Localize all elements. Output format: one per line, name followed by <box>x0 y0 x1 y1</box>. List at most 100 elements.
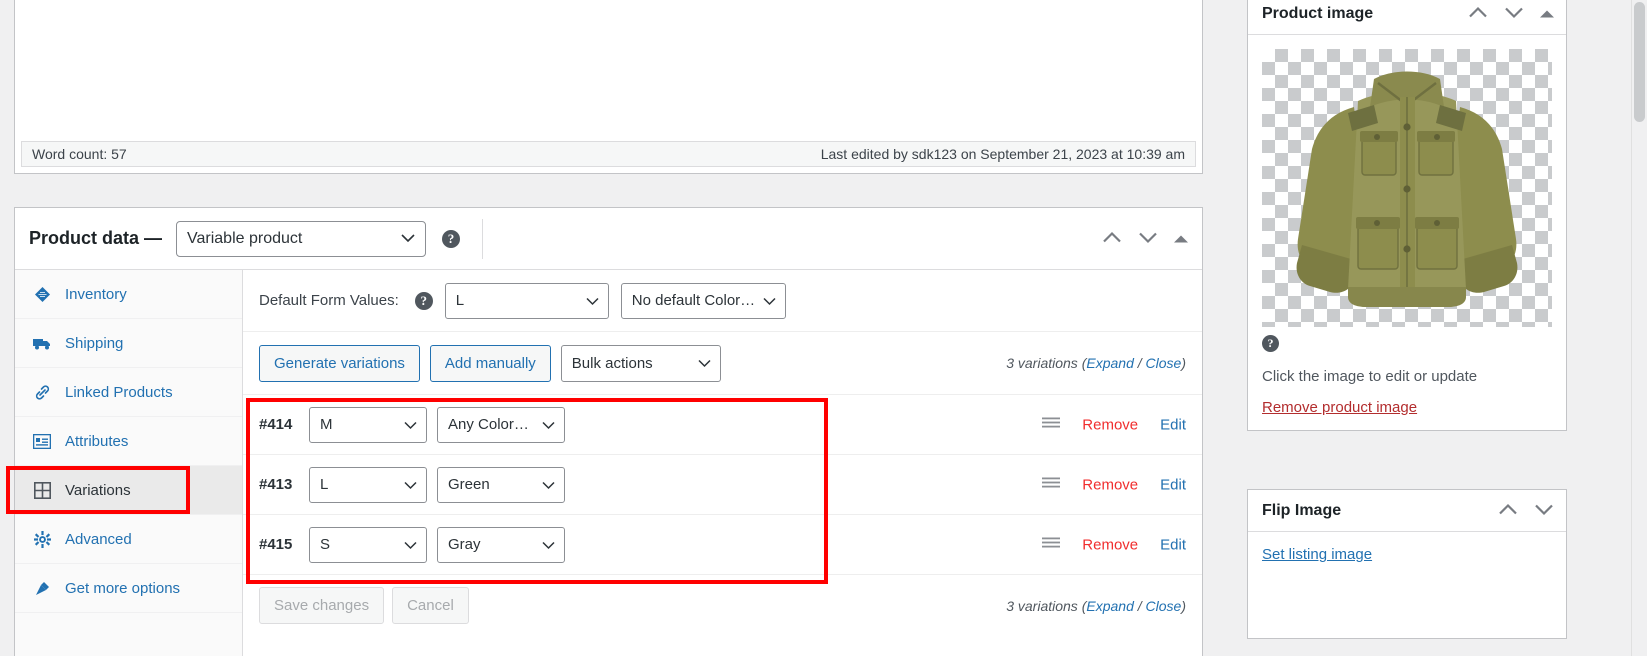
row-actions: Remove Edit <box>1042 476 1186 493</box>
chevron-down-icon <box>586 292 599 309</box>
remove-product-image-link[interactable]: Remove product image <box>1262 399 1417 416</box>
add-manually-button[interactable]: Add manually <box>429 344 551 382</box>
sidebar-item-attributes[interactable]: Attributes <box>15 417 242 466</box>
move-down-icon[interactable] <box>1138 230 1158 247</box>
generate-variations-button[interactable]: Generate variations <box>259 344 420 382</box>
product-data-tabs: Inventory Shipping Linked Products Attri… <box>15 270 243 656</box>
chevron-down-icon <box>542 536 555 553</box>
remove-variation-link[interactable]: Remove <box>1082 416 1138 433</box>
product-image-controls <box>1468 5 1554 22</box>
sidebar-item-get-more-options[interactable]: Get more options <box>15 564 242 613</box>
default-size-select[interactable]: L <box>444 282 609 319</box>
product-image-title: Product image <box>1262 4 1374 22</box>
sidebar-item-label: Shipping <box>65 334 124 352</box>
count-text-end: ) <box>1181 597 1186 614</box>
variation-size-select[interactable]: M <box>309 406 427 443</box>
help-icon[interactable]: ? <box>1262 335 1279 352</box>
variation-color-select[interactable]: Gray <box>437 526 565 563</box>
variation-id: #415 <box>259 536 293 553</box>
sidebar-item-inventory[interactable]: Inventory <box>15 270 242 319</box>
sidebar-item-linked-products[interactable]: Linked Products <box>15 368 242 417</box>
collapse-panel-icon[interactable] <box>1174 230 1188 247</box>
set-listing-image-link[interactable]: Set listing image <box>1262 546 1372 563</box>
main-content-column: Word count: 57 Last edited by sdk123 on … <box>0 0 1225 656</box>
sidebar-item-shipping[interactable]: Shipping <box>15 319 242 368</box>
sidebar-item-label: Attributes <box>65 432 129 450</box>
sidebar-item-label: Inventory <box>65 285 127 303</box>
variations-footer: Save changes Cancel 3 variations (Expand… <box>243 574 1202 636</box>
editor-text-area[interactable] <box>15 0 1202 141</box>
close-link[interactable]: Close <box>1146 355 1182 371</box>
move-up-icon[interactable] <box>1102 230 1122 247</box>
drag-handle-icon[interactable] <box>1042 477 1061 493</box>
help-icon[interactable]: ? <box>442 229 461 248</box>
variation-color-value: Gray <box>448 536 481 553</box>
product-image-header: Product image <box>1248 0 1566 35</box>
help-icon[interactable]: ? <box>414 291 433 310</box>
sidebar-gutter <box>1225 0 1237 656</box>
sidebar-item-label: Variations <box>65 481 131 499</box>
default-form-values-row: Default Form Values: ? L No default Colo… <box>243 270 1202 332</box>
variation-id: #414 <box>259 416 293 433</box>
page-title: Product data — <box>29 228 163 248</box>
default-color-value: No default Color… <box>631 292 756 309</box>
variations-count-top: 3 variations (Expand / Close) <box>1006 355 1186 371</box>
product-type-select[interactable]: Variable product <box>176 220 427 257</box>
remove-variation-link[interactable]: Remove <box>1082 536 1138 553</box>
chevron-down-icon <box>404 416 417 433</box>
count-separator: / <box>1133 597 1146 614</box>
variation-color-select[interactable]: Green <box>437 466 565 503</box>
product-data-panel: Product data — Variable product ? Invent… <box>14 207 1203 656</box>
move-down-icon[interactable] <box>1534 502 1554 519</box>
variation-id: #413 <box>259 476 293 493</box>
save-changes-button[interactable]: Save changes <box>259 587 385 624</box>
sidebar-item-label: Linked Products <box>65 383 173 401</box>
plugin-icon <box>31 580 53 597</box>
default-form-values-label: Default Form Values: <box>259 292 399 309</box>
expand-link[interactable]: Expand <box>1086 355 1133 371</box>
product-image-panel: Product image ? Click the image to edit … <box>1247 0 1567 431</box>
edit-variation-link[interactable]: Edit <box>1160 476 1186 493</box>
move-down-icon[interactable] <box>1504 5 1524 22</box>
move-up-icon[interactable] <box>1498 502 1518 519</box>
editor-status-bar: Word count: 57 Last edited by sdk123 on … <box>21 141 1196 167</box>
move-up-icon[interactable] <box>1468 5 1488 22</box>
row-actions: Remove Edit <box>1042 416 1186 433</box>
sidebar-item-label: Advanced <box>65 530 132 548</box>
jacket-illustration <box>1296 71 1518 307</box>
sidebar-item-variations[interactable]: Variations <box>15 466 242 515</box>
edit-variation-link[interactable]: Edit <box>1160 536 1186 553</box>
default-color-select[interactable]: No default Color… <box>620 282 787 319</box>
variation-size-select[interactable]: S <box>309 526 427 563</box>
variation-color-value: Any Color… <box>448 416 529 433</box>
last-edited-label: Last edited by sdk123 on September 21, 2… <box>820 146 1185 162</box>
row-actions: Remove Edit <box>1042 536 1186 553</box>
bulk-actions-select[interactable]: Bulk actions <box>560 344 721 382</box>
page-scrollbar[interactable] <box>1631 0 1647 656</box>
drag-handle-icon[interactable] <box>1042 537 1061 553</box>
product-data-header: Product data — Variable product ? <box>15 208 1202 270</box>
attributes-icon <box>31 433 53 449</box>
collapse-panel-icon[interactable] <box>1540 5 1554 22</box>
expand-link[interactable]: Expand <box>1086 598 1133 614</box>
flip-image-header: Flip Image <box>1248 490 1566 532</box>
inventory-icon <box>31 286 53 303</box>
edit-variation-link[interactable]: Edit <box>1160 416 1186 433</box>
scrollbar-thumb[interactable] <box>1634 2 1645 122</box>
variation-color-select[interactable]: Any Color… <box>437 406 565 443</box>
product-image-thumbnail[interactable] <box>1262 49 1552 327</box>
flip-image-body: Set listing image <box>1248 532 1566 577</box>
variation-size-select[interactable]: L <box>309 466 427 503</box>
close-link[interactable]: Close <box>1146 598 1182 614</box>
table-row: #415 S Gray Remove Edit <box>243 514 1202 574</box>
variation-size-value: S <box>320 536 331 553</box>
word-count-label: Word count: 57 <box>32 146 127 162</box>
drag-handle-icon[interactable] <box>1042 417 1061 433</box>
variations-count-text: 3 variations ( <box>1006 597 1087 614</box>
remove-variation-link[interactable]: Remove <box>1082 476 1138 493</box>
sidebar-item-advanced[interactable]: Advanced <box>15 515 242 564</box>
default-size-value: L <box>455 292 465 309</box>
flip-image-panel: Flip Image Set listing image <box>1247 489 1567 639</box>
flip-image-controls <box>1498 502 1554 519</box>
cancel-button[interactable]: Cancel <box>392 587 469 624</box>
